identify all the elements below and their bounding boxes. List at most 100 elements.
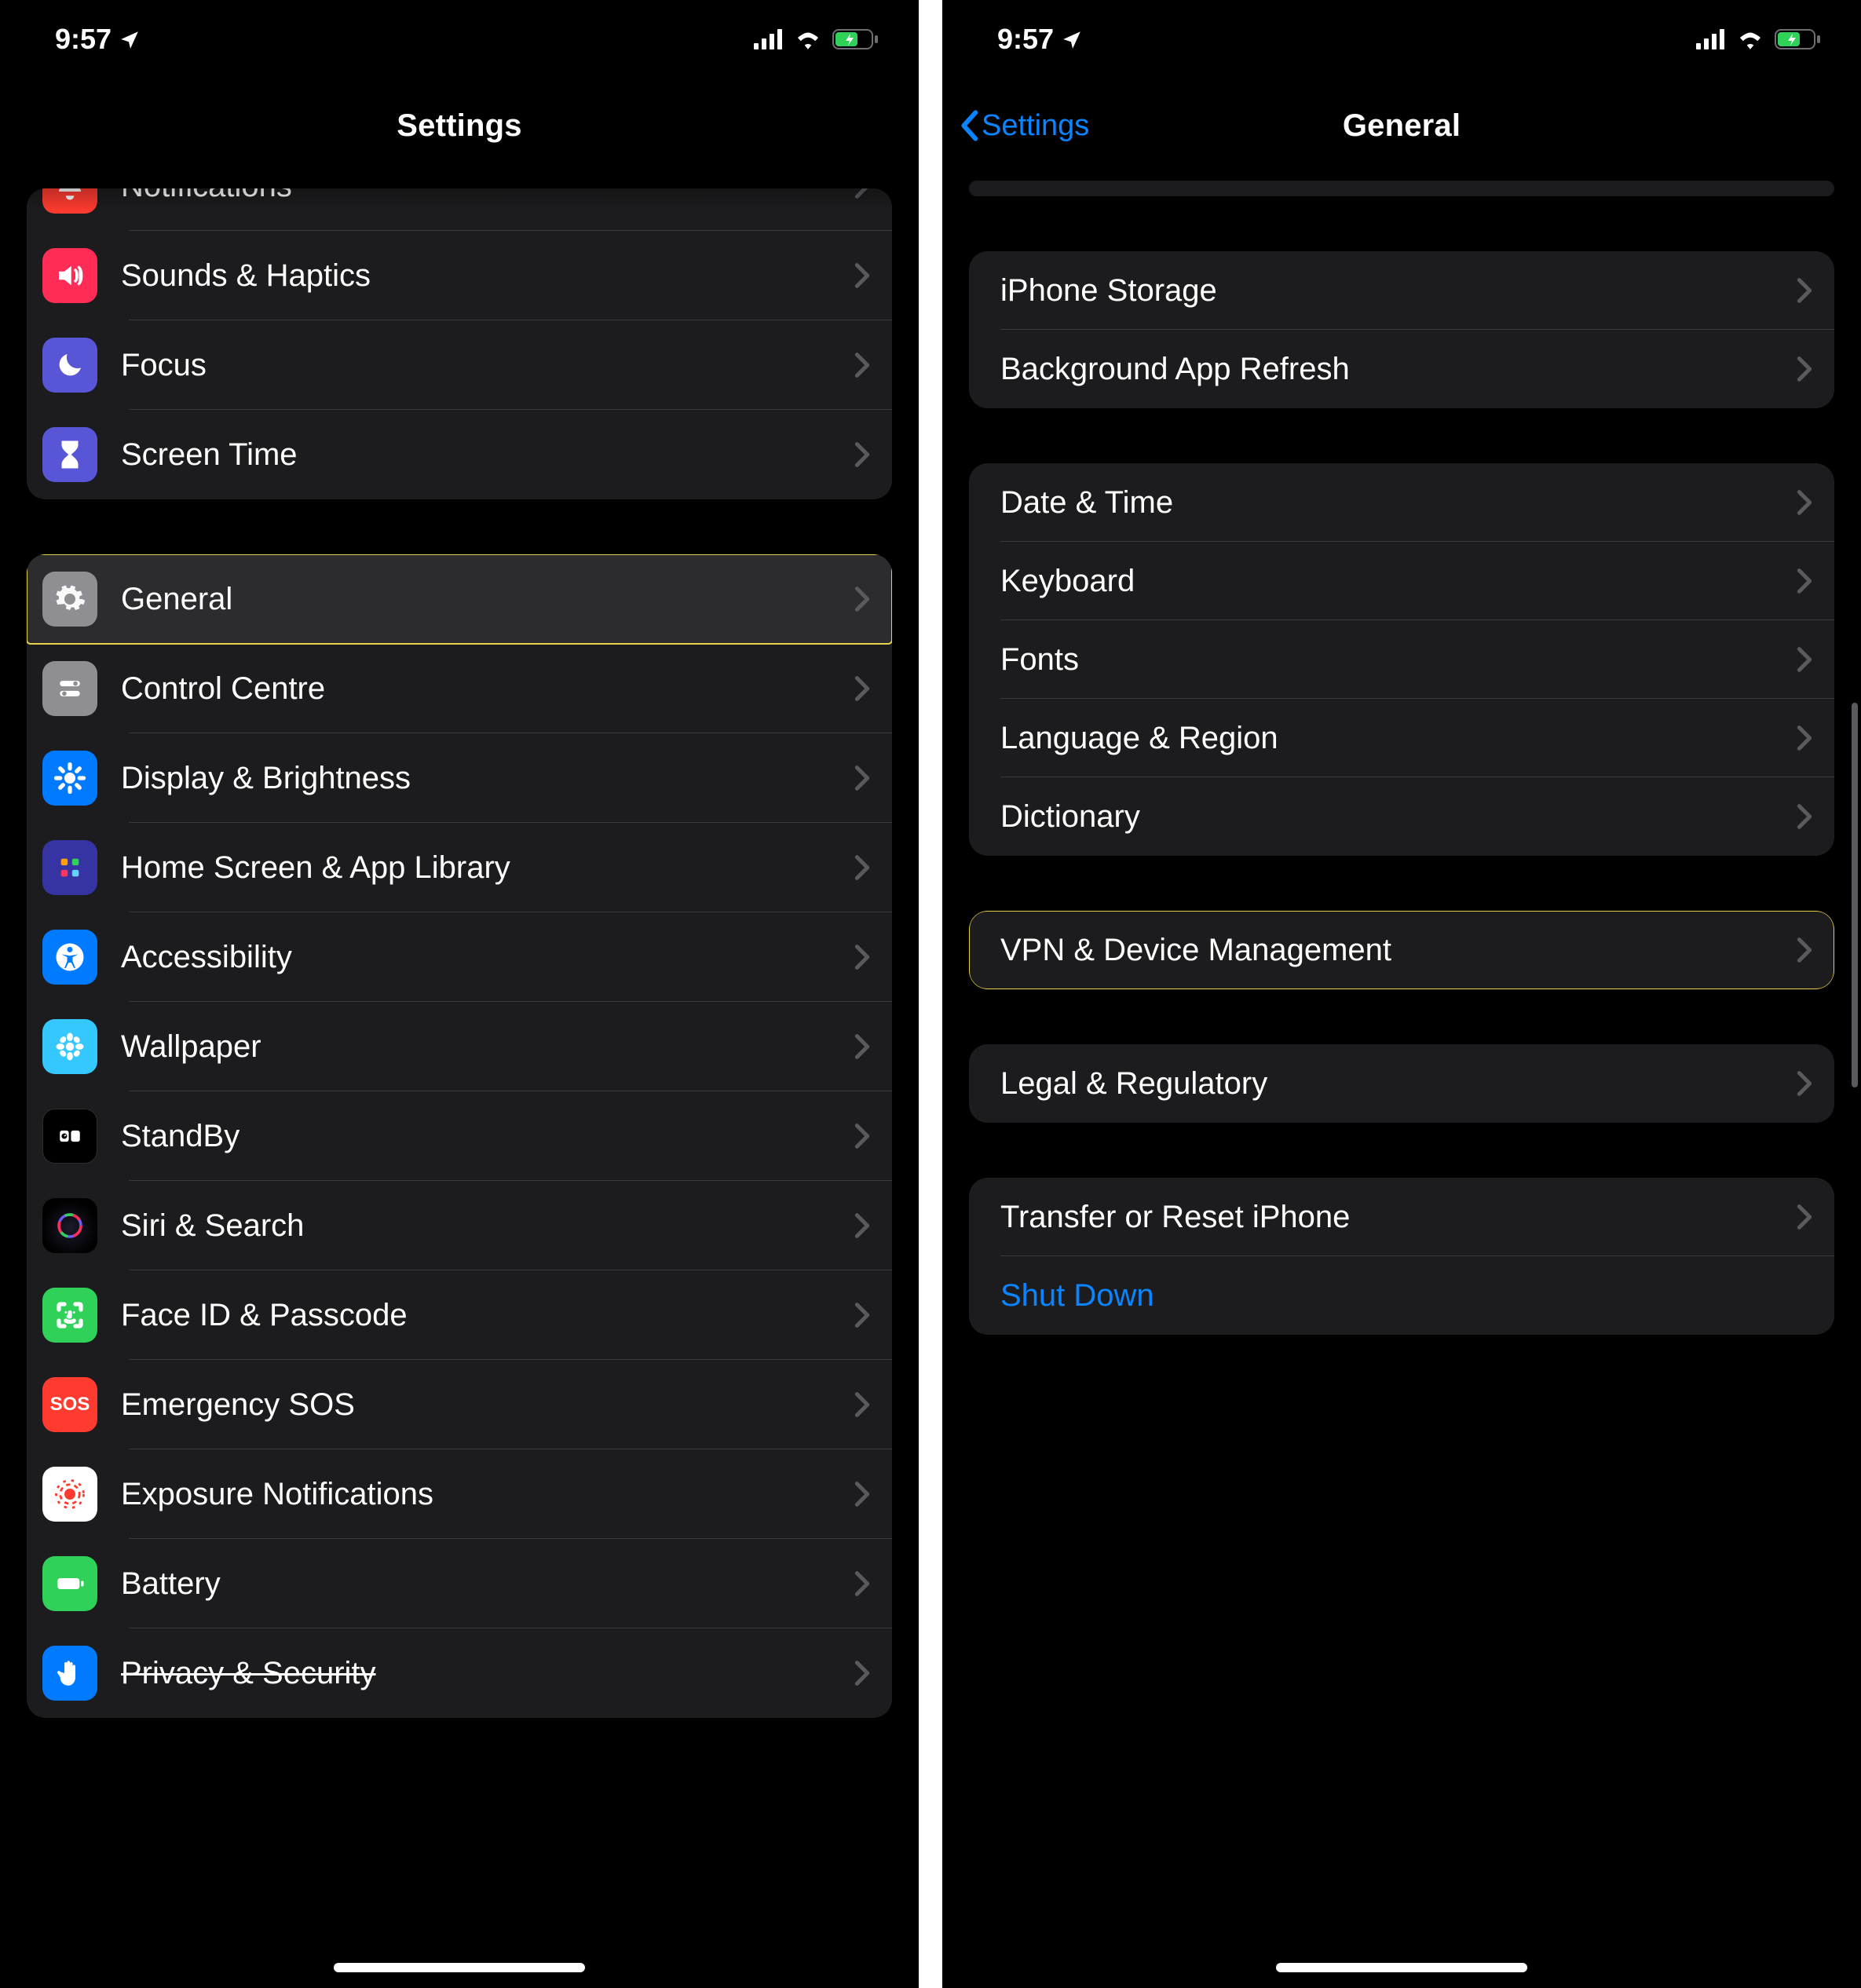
bell-icon	[42, 188, 97, 214]
row-vpn-device-management[interactable]: VPN & Device Management	[969, 911, 1834, 989]
status-bar: 9:57	[942, 0, 1861, 79]
chevron-right-icon	[854, 188, 870, 199]
nav-bar: Settings	[0, 79, 919, 173]
chevron-right-icon	[854, 1660, 870, 1687]
chevron-right-icon	[854, 1212, 870, 1239]
row-label: Sounds & Haptics	[121, 258, 846, 294]
standby-icon	[42, 1109, 97, 1164]
chevron-right-icon	[1797, 277, 1812, 304]
status-left: 9:57	[997, 23, 1082, 56]
apps-grid-icon	[42, 840, 97, 895]
chevron-left-icon	[958, 110, 980, 141]
row-carplay[interactable]: CarPlay	[969, 181, 1834, 196]
chevron-right-icon	[1797, 356, 1812, 382]
general-group-carplay: CarPlay	[969, 181, 1834, 196]
status-time: 9:57	[997, 23, 1054, 56]
row-label: Accessibility	[121, 940, 846, 975]
scrollbar-thumb[interactable]	[1852, 703, 1858, 1087]
row-label: Keyboard	[1000, 564, 1789, 599]
status-left: 9:57	[55, 23, 140, 56]
status-right	[754, 28, 879, 50]
moon-icon	[42, 338, 97, 393]
row-label: Siri & Search	[121, 1208, 846, 1244]
row-general[interactable]: General	[27, 554, 892, 644]
chevron-right-icon	[854, 262, 870, 289]
general-group-legal: Legal & Regulatory	[969, 1044, 1834, 1123]
chevron-right-icon	[854, 1391, 870, 1418]
row-home-screen[interactable]: Home Screen & App Library	[27, 823, 892, 912]
row-exposure-notifications[interactable]: Exposure Notifications	[27, 1449, 892, 1539]
row-label: Legal & Regulatory	[1000, 1066, 1789, 1102]
chevron-right-icon	[854, 854, 870, 881]
row-label: Fonts	[1000, 642, 1789, 678]
row-label: Focus	[121, 348, 846, 383]
row-fonts[interactable]: Fonts	[969, 620, 1834, 699]
chevron-right-icon	[1797, 725, 1812, 751]
switches-icon	[42, 661, 97, 716]
row-label: Date & Time	[1000, 485, 1789, 521]
row-shut-down[interactable]: Shut Down	[969, 1256, 1834, 1335]
row-label: Display & Brightness	[121, 761, 846, 796]
row-label: Shut Down	[1000, 1278, 1819, 1314]
row-accessibility[interactable]: Accessibility	[27, 912, 892, 1002]
chevron-right-icon	[1797, 1070, 1812, 1097]
row-label: Battery	[121, 1566, 846, 1602]
row-label: Control Centre	[121, 671, 846, 707]
row-focus[interactable]: Focus	[27, 320, 892, 410]
row-control-centre[interactable]: Control Centre	[27, 644, 892, 733]
location-arrow-icon	[1062, 29, 1082, 49]
row-keyboard[interactable]: Keyboard	[969, 542, 1834, 620]
row-display-brightness[interactable]: Display & Brightness	[27, 733, 892, 823]
row-siri-search[interactable]: Siri & Search	[27, 1181, 892, 1270]
row-emergency-sos[interactable]: SOS Emergency SOS	[27, 1360, 892, 1449]
row-language-region[interactable]: Language & Region	[969, 699, 1834, 777]
settings-scroll[interactable]: Notifications Sounds & Haptics Focus	[0, 181, 919, 1988]
hourglass-icon	[42, 427, 97, 482]
row-battery[interactable]: Battery	[27, 1539, 892, 1628]
row-iphone-storage[interactable]: iPhone Storage	[969, 251, 1834, 330]
row-notifications[interactable]: Notifications	[27, 188, 892, 231]
exposure-icon	[42, 1467, 97, 1522]
phone-general: 9:57 Setti	[942, 0, 1861, 1988]
chevron-right-icon	[1797, 646, 1812, 673]
row-faceid-passcode[interactable]: Face ID & Passcode	[27, 1270, 892, 1360]
row-label: Background App Refresh	[1000, 352, 1789, 387]
page-title: Settings	[397, 108, 521, 144]
chevron-right-icon	[1797, 568, 1812, 594]
row-legal-regulatory[interactable]: Legal & Regulatory	[969, 1044, 1834, 1123]
row-label: StandBy	[121, 1119, 846, 1154]
row-sounds-haptics[interactable]: Sounds & Haptics	[27, 231, 892, 320]
chevron-right-icon	[1797, 489, 1812, 516]
chevron-right-icon	[854, 352, 870, 378]
chevron-right-icon	[854, 1570, 870, 1597]
chevron-right-icon	[1797, 803, 1812, 830]
general-scroll[interactable]: CarPlay iPhone Storage Background App Re…	[942, 181, 1861, 1988]
row-wallpaper[interactable]: Wallpaper	[27, 1002, 892, 1091]
chevron-right-icon	[854, 441, 870, 468]
row-transfer-reset-iphone[interactable]: Transfer or Reset iPhone	[969, 1178, 1834, 1256]
home-indicator[interactable]	[1276, 1963, 1527, 1972]
row-label: Notifications	[121, 188, 846, 204]
row-screen-time[interactable]: Screen Time	[27, 410, 892, 499]
row-privacy-security[interactable]: Privacy & Security	[27, 1628, 892, 1718]
chevron-right-icon	[854, 586, 870, 612]
wifi-icon	[1737, 29, 1764, 49]
row-dictionary[interactable]: Dictionary	[969, 777, 1834, 856]
cellular-signal-icon	[754, 29, 784, 49]
chevron-right-icon	[854, 1033, 870, 1060]
row-background-app-refresh[interactable]: Background App Refresh	[969, 330, 1834, 408]
battery-charging-icon	[832, 28, 879, 50]
back-button[interactable]: Settings	[958, 79, 1089, 173]
row-standby[interactable]: StandBy	[27, 1091, 892, 1181]
row-date-time[interactable]: Date & Time	[969, 463, 1834, 542]
home-indicator[interactable]	[334, 1963, 585, 1972]
settings-group-2: General Control Centre Display & Brightn…	[27, 554, 892, 1718]
location-arrow-icon	[119, 29, 140, 49]
wifi-icon	[795, 29, 821, 49]
nav-bar: Settings General	[942, 79, 1861, 173]
status-bar: 9:57	[0, 0, 919, 79]
chevron-right-icon	[1797, 1204, 1812, 1230]
back-label: Settings	[982, 109, 1089, 143]
sos-icon: SOS	[42, 1377, 97, 1432]
faceid-icon	[42, 1288, 97, 1343]
